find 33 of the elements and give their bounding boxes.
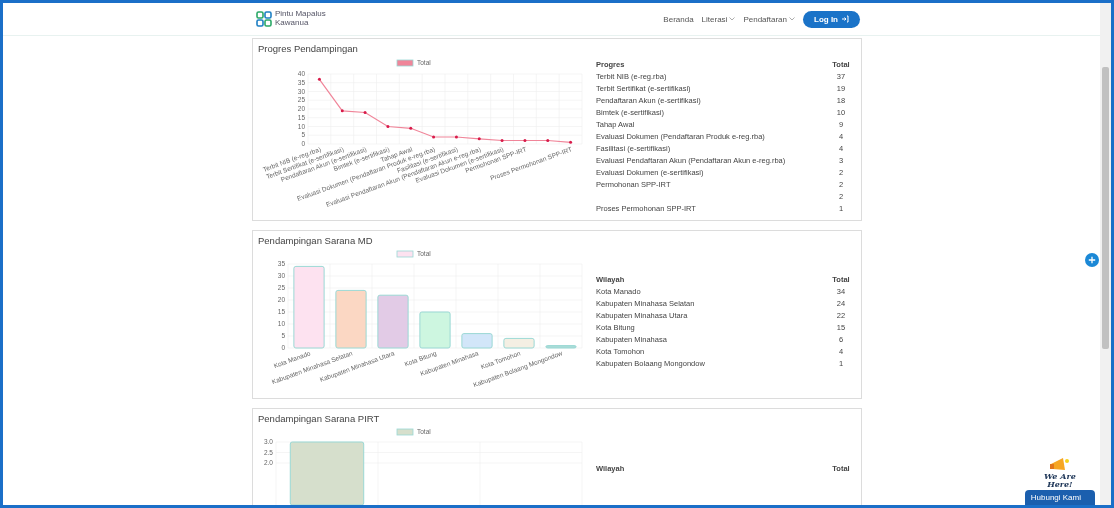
nav-link[interactable]: Literasi [701, 14, 736, 24]
data-point [432, 135, 436, 139]
data-point [546, 139, 550, 142]
bar [503, 337, 535, 349]
data-point [569, 140, 573, 144]
login-button[interactable]: Log In [803, 10, 860, 28]
nav-link[interactable]: Pendaftaran [743, 14, 795, 24]
contact-button[interactable]: Hubungi Kami [1024, 490, 1095, 505]
data-point [363, 111, 367, 114]
bar [377, 294, 409, 349]
card-title: Pendampingan Sarana PIRT [258, 413, 381, 424]
brand-name: Kawanua [275, 19, 310, 28]
nav-link[interactable]: Beranda [663, 14, 694, 24]
bar [461, 333, 493, 349]
data-point [409, 126, 413, 130]
card-title: Pendampingan Sarana MD [258, 235, 374, 246]
bar [335, 289, 367, 349]
data-point [317, 77, 321, 81]
bar [545, 345, 577, 349]
floating-action-button[interactable] [1085, 253, 1099, 267]
scrollbar-thumb[interactable] [1102, 67, 1109, 349]
data-point [454, 135, 458, 139]
card-title: Progres Pendampingan [258, 43, 359, 54]
login-icon [841, 15, 849, 23]
data-point [340, 109, 344, 113]
logo-icon [256, 11, 272, 27]
bar [419, 311, 451, 349]
data-point [477, 137, 481, 141]
widget-tagline: We Are Here! [1044, 472, 1076, 488]
data-point [500, 139, 504, 142]
data-point [386, 125, 390, 128]
data-point [523, 139, 527, 142]
brand-name: Pintu Mapalus [275, 10, 326, 19]
